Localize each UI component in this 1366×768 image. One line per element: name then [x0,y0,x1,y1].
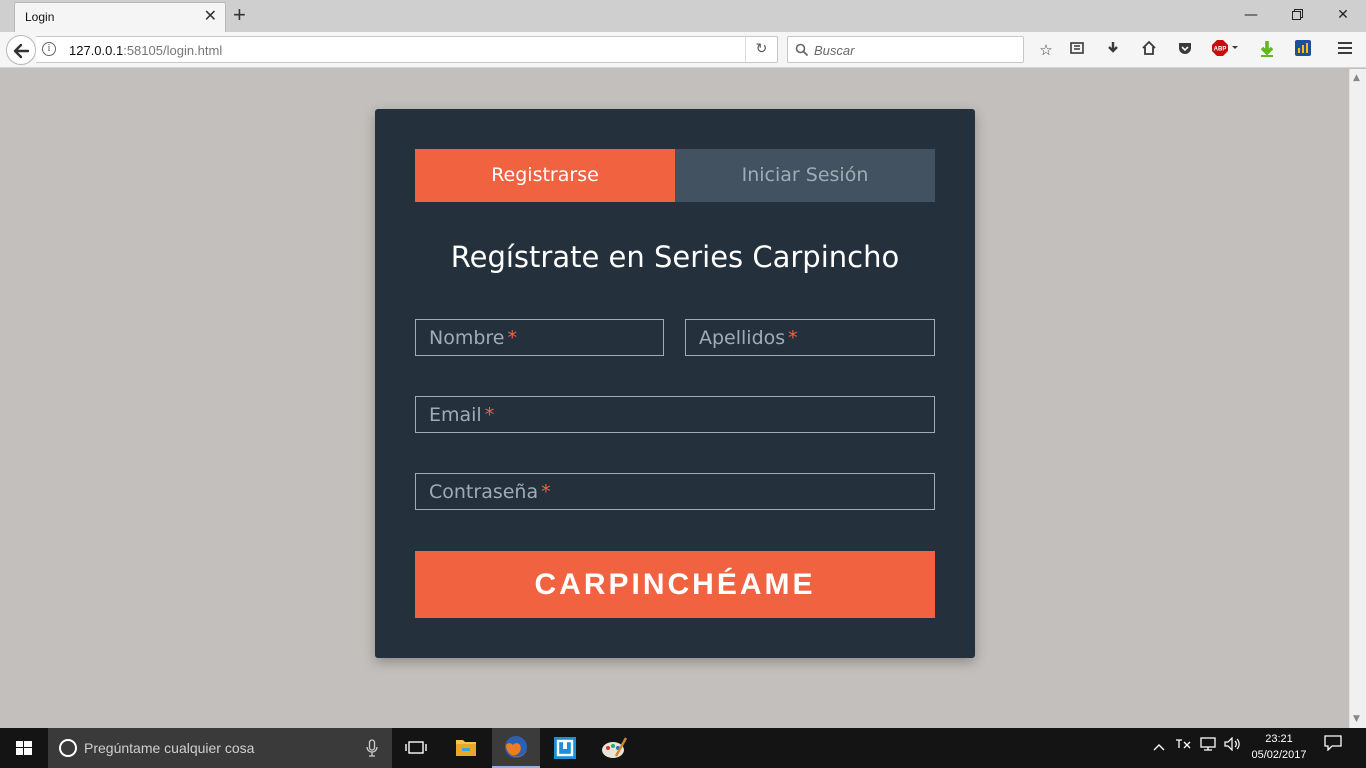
password-field[interactable]: Contraseña * [415,473,935,510]
nombre-field[interactable]: Nombre * [415,319,664,356]
clock-time: 23:21 [1265,733,1293,745]
firefox-taskbar-button[interactable] [492,728,540,768]
folder-icon [456,740,476,756]
auth-tabs: Registrarse Iniciar Sesión [415,149,935,202]
back-button[interactable] [6,35,36,65]
tab-iniciar-sesion[interactable]: Iniciar Sesión [675,149,935,202]
system-clock[interactable]: 23:21 05/02/2017 [1246,731,1312,763]
page-scrollbar[interactable]: ▲ ▼ [1349,69,1366,728]
start-button[interactable] [0,728,48,768]
email-label-text: Email [429,404,482,426]
browser-navbar: i 127.0.0.1:58105/login.html ↻ Buscar ☆ … [0,32,1366,68]
cortana-placeholder: Pregúntame cualquier cosa [84,740,255,756]
close-tab-icon[interactable]: ✕ [204,8,217,24]
apellidos-field[interactable]: Apellidos * [685,319,935,356]
input-method-icon[interactable] [1172,728,1194,768]
email-label: Email * [429,404,494,426]
task-view-icon [405,741,427,754]
registration-card: Registrarse Iniciar Sesión Regístrate en… [375,109,975,658]
back-arrow-icon [13,43,30,59]
paint-taskbar-button[interactable] [590,728,638,768]
action-center-icon[interactable] [1318,728,1348,768]
apellidos-label: Apellidos * [699,327,798,349]
required-mark: * [788,327,798,349]
email-field[interactable]: Email * [415,396,935,433]
scroll-up-icon[interactable]: ▲ [1353,73,1360,83]
windows-logo-icon [16,741,32,755]
app-icon [554,737,576,759]
bookmark-star-icon[interactable]: ☆ [1036,40,1056,60]
url-path: :58105/login.html [123,43,223,58]
required-mark: * [541,481,551,503]
password-label-text: Contraseña [429,481,539,503]
page-title: Regístrate en Series Carpincho [450,240,900,274]
menu-hamburger-icon[interactable] [1335,40,1355,60]
url-host: 127.0.0.1 [69,43,124,58]
minimize-window-button[interactable]: — [1228,2,1274,28]
url-bar[interactable]: i 127.0.0.1:58105/login.html ↻ [36,36,778,63]
new-tab-button[interactable]: + [233,4,246,26]
adblock-label: ABP [1214,47,1227,53]
microphone-icon[interactable] [366,739,378,757]
scroll-down-icon[interactable]: ▼ [1353,714,1360,724]
network-icon[interactable] [1197,728,1219,768]
pocket-icon[interactable] [1175,40,1195,60]
nombre-label-text: Nombre [429,327,505,349]
browser-tab-bar: Login ✕ + — ✕ [0,0,1366,32]
url-text[interactable]: 127.0.0.1:58105/login.html [69,43,222,58]
paint-palette-icon [602,737,628,758]
tab-registrarse[interactable]: Registrarse [415,149,675,202]
required-mark: * [484,404,495,426]
nombre-label: Nombre * [429,327,517,349]
apellidos-label-text: Apellidos [699,327,786,349]
task-view-button[interactable] [392,728,440,768]
file-explorer-button[interactable] [442,728,490,768]
volume-icon[interactable] [1221,728,1243,768]
close-window-button[interactable]: ✕ [1320,2,1366,28]
download-manager-icon[interactable] [1257,40,1277,60]
restore-window-button[interactable] [1274,2,1320,28]
stats-extension-icon[interactable] [1293,40,1313,60]
browser-tab[interactable]: Login ✕ [14,2,226,32]
tab-title: Login [25,10,55,24]
firefox-icon [505,736,527,758]
search-icon [795,43,809,57]
info-icon[interactable]: i [42,42,56,56]
cortana-search[interactable]: Pregúntame cualquier cosa [48,728,392,768]
adblock-icon[interactable]: ABP [1211,40,1241,60]
password-label: Contraseña * [429,481,551,503]
clock-date: 05/02/2017 [1251,749,1307,761]
required-mark: * [507,327,518,349]
home-icon[interactable] [1139,40,1159,60]
download-icon[interactable] [1103,40,1123,60]
cortana-icon [59,739,77,757]
taskbar: Pregúntame cualquier cosa 23:21 05/02/20… [0,728,1366,768]
submit-button[interactable]: CARPINCHÉAME [415,551,935,618]
tray-chevron-up-icon[interactable] [1150,728,1168,768]
reading-list-icon[interactable] [1067,40,1087,60]
app-taskbar-button[interactable] [541,728,589,768]
browser-search-field[interactable]: Buscar [787,36,1024,63]
reload-icon[interactable]: ↻ [745,37,777,62]
search-placeholder: Buscar [814,43,855,58]
